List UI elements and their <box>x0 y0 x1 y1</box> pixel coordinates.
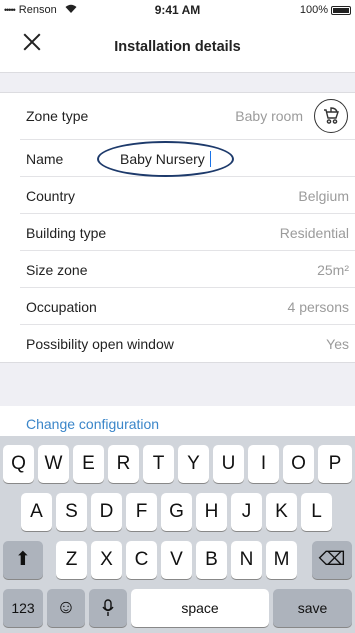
key-a[interactable]: A <box>21 493 52 531</box>
key-r[interactable]: R <box>108 445 139 483</box>
key-u[interactable]: U <box>213 445 244 483</box>
key-k[interactable]: K <box>266 493 297 531</box>
microphone-icon <box>102 599 114 616</box>
row-label: Occupation <box>26 299 97 315</box>
battery-icon <box>331 5 351 15</box>
row-country[interactable]: Country Belgium <box>20 177 355 214</box>
key-d[interactable]: D <box>91 493 122 531</box>
row-value: 25m² <box>317 262 349 278</box>
key-j[interactable]: J <box>231 493 262 531</box>
save-key[interactable]: save <box>273 589 352 627</box>
text-cursor <box>209 151 212 167</box>
key-s[interactable]: S <box>56 493 87 531</box>
row-label: Country <box>26 188 76 204</box>
delete-key[interactable]: ⌫ <box>312 541 352 579</box>
key-e[interactable]: E <box>73 445 104 483</box>
details-list: Zone type Baby room Name Baby Nursery Co… <box>0 92 355 363</box>
key-p[interactable]: P <box>318 445 352 483</box>
row-label: Size zone <box>26 262 88 278</box>
key-q[interactable]: Q <box>3 445 34 483</box>
key-x[interactable]: X <box>91 541 122 579</box>
change-configuration-link[interactable]: Change configuration <box>26 416 159 432</box>
key-b[interactable]: B <box>196 541 227 579</box>
keyboard: Q W E R T Y U I O P A S D F G H J K L ⬆ … <box>0 436 355 633</box>
row-value: Baby room <box>235 108 303 124</box>
key-m[interactable]: M <box>266 541 297 579</box>
key-h[interactable]: H <box>196 493 227 531</box>
row-size-zone[interactable]: Size zone 25m² <box>20 251 355 288</box>
microphone-key[interactable] <box>89 589 127 627</box>
section-spacer <box>0 388 355 406</box>
row-value: Belgium <box>298 188 349 204</box>
key-w[interactable]: W <box>38 445 69 483</box>
shift-key[interactable]: ⬆ <box>3 541 43 579</box>
row-occupation[interactable]: Occupation 4 persons <box>20 288 355 325</box>
numbers-key[interactable]: 123 <box>3 589 43 627</box>
row-zone-type[interactable]: Zone type Baby room <box>20 93 355 140</box>
name-input-value: Baby Nursery <box>120 151 205 167</box>
key-o[interactable]: O <box>283 445 314 483</box>
row-value: Residential <box>279 225 349 241</box>
config-section: Change configuration <box>0 406 355 440</box>
battery-status: 100% <box>300 4 351 16</box>
key-l[interactable]: L <box>301 493 332 531</box>
page-title: Installation details <box>114 39 241 55</box>
row-label: Possibility open window <box>26 336 174 352</box>
row-value: 4 persons <box>287 299 349 315</box>
status-bar: ••••• Renson 9:41 AM 100% <box>0 0 355 20</box>
key-i[interactable]: I <box>248 445 279 483</box>
key-t[interactable]: T <box>143 445 174 483</box>
stroller-icon[interactable] <box>314 99 348 133</box>
row-building-type[interactable]: Building type Residential <box>20 214 355 251</box>
space-key[interactable]: space <box>131 589 269 627</box>
key-f[interactable]: F <box>126 493 157 531</box>
key-n[interactable]: N <box>231 541 262 579</box>
emoji-key[interactable]: ☺ <box>47 589 85 627</box>
row-open-window[interactable]: Possibility open window Yes <box>20 325 355 362</box>
section-spacer <box>0 72 355 92</box>
key-c[interactable]: C <box>126 541 157 579</box>
key-z[interactable]: Z <box>56 541 87 579</box>
row-label: Name <box>26 151 64 167</box>
row-value: Yes <box>326 336 349 352</box>
key-y[interactable]: Y <box>178 445 209 483</box>
key-v[interactable]: V <box>161 541 192 579</box>
nav-bar: Installation details <box>0 20 355 72</box>
battery-percent: 100% <box>299 4 328 16</box>
row-label: Building type <box>26 225 107 241</box>
row-label: Zone type <box>26 108 89 124</box>
name-input[interactable]: Baby Nursery <box>120 151 212 167</box>
key-g[interactable]: G <box>161 493 192 531</box>
row-name[interactable]: Name Baby Nursery <box>20 140 355 177</box>
